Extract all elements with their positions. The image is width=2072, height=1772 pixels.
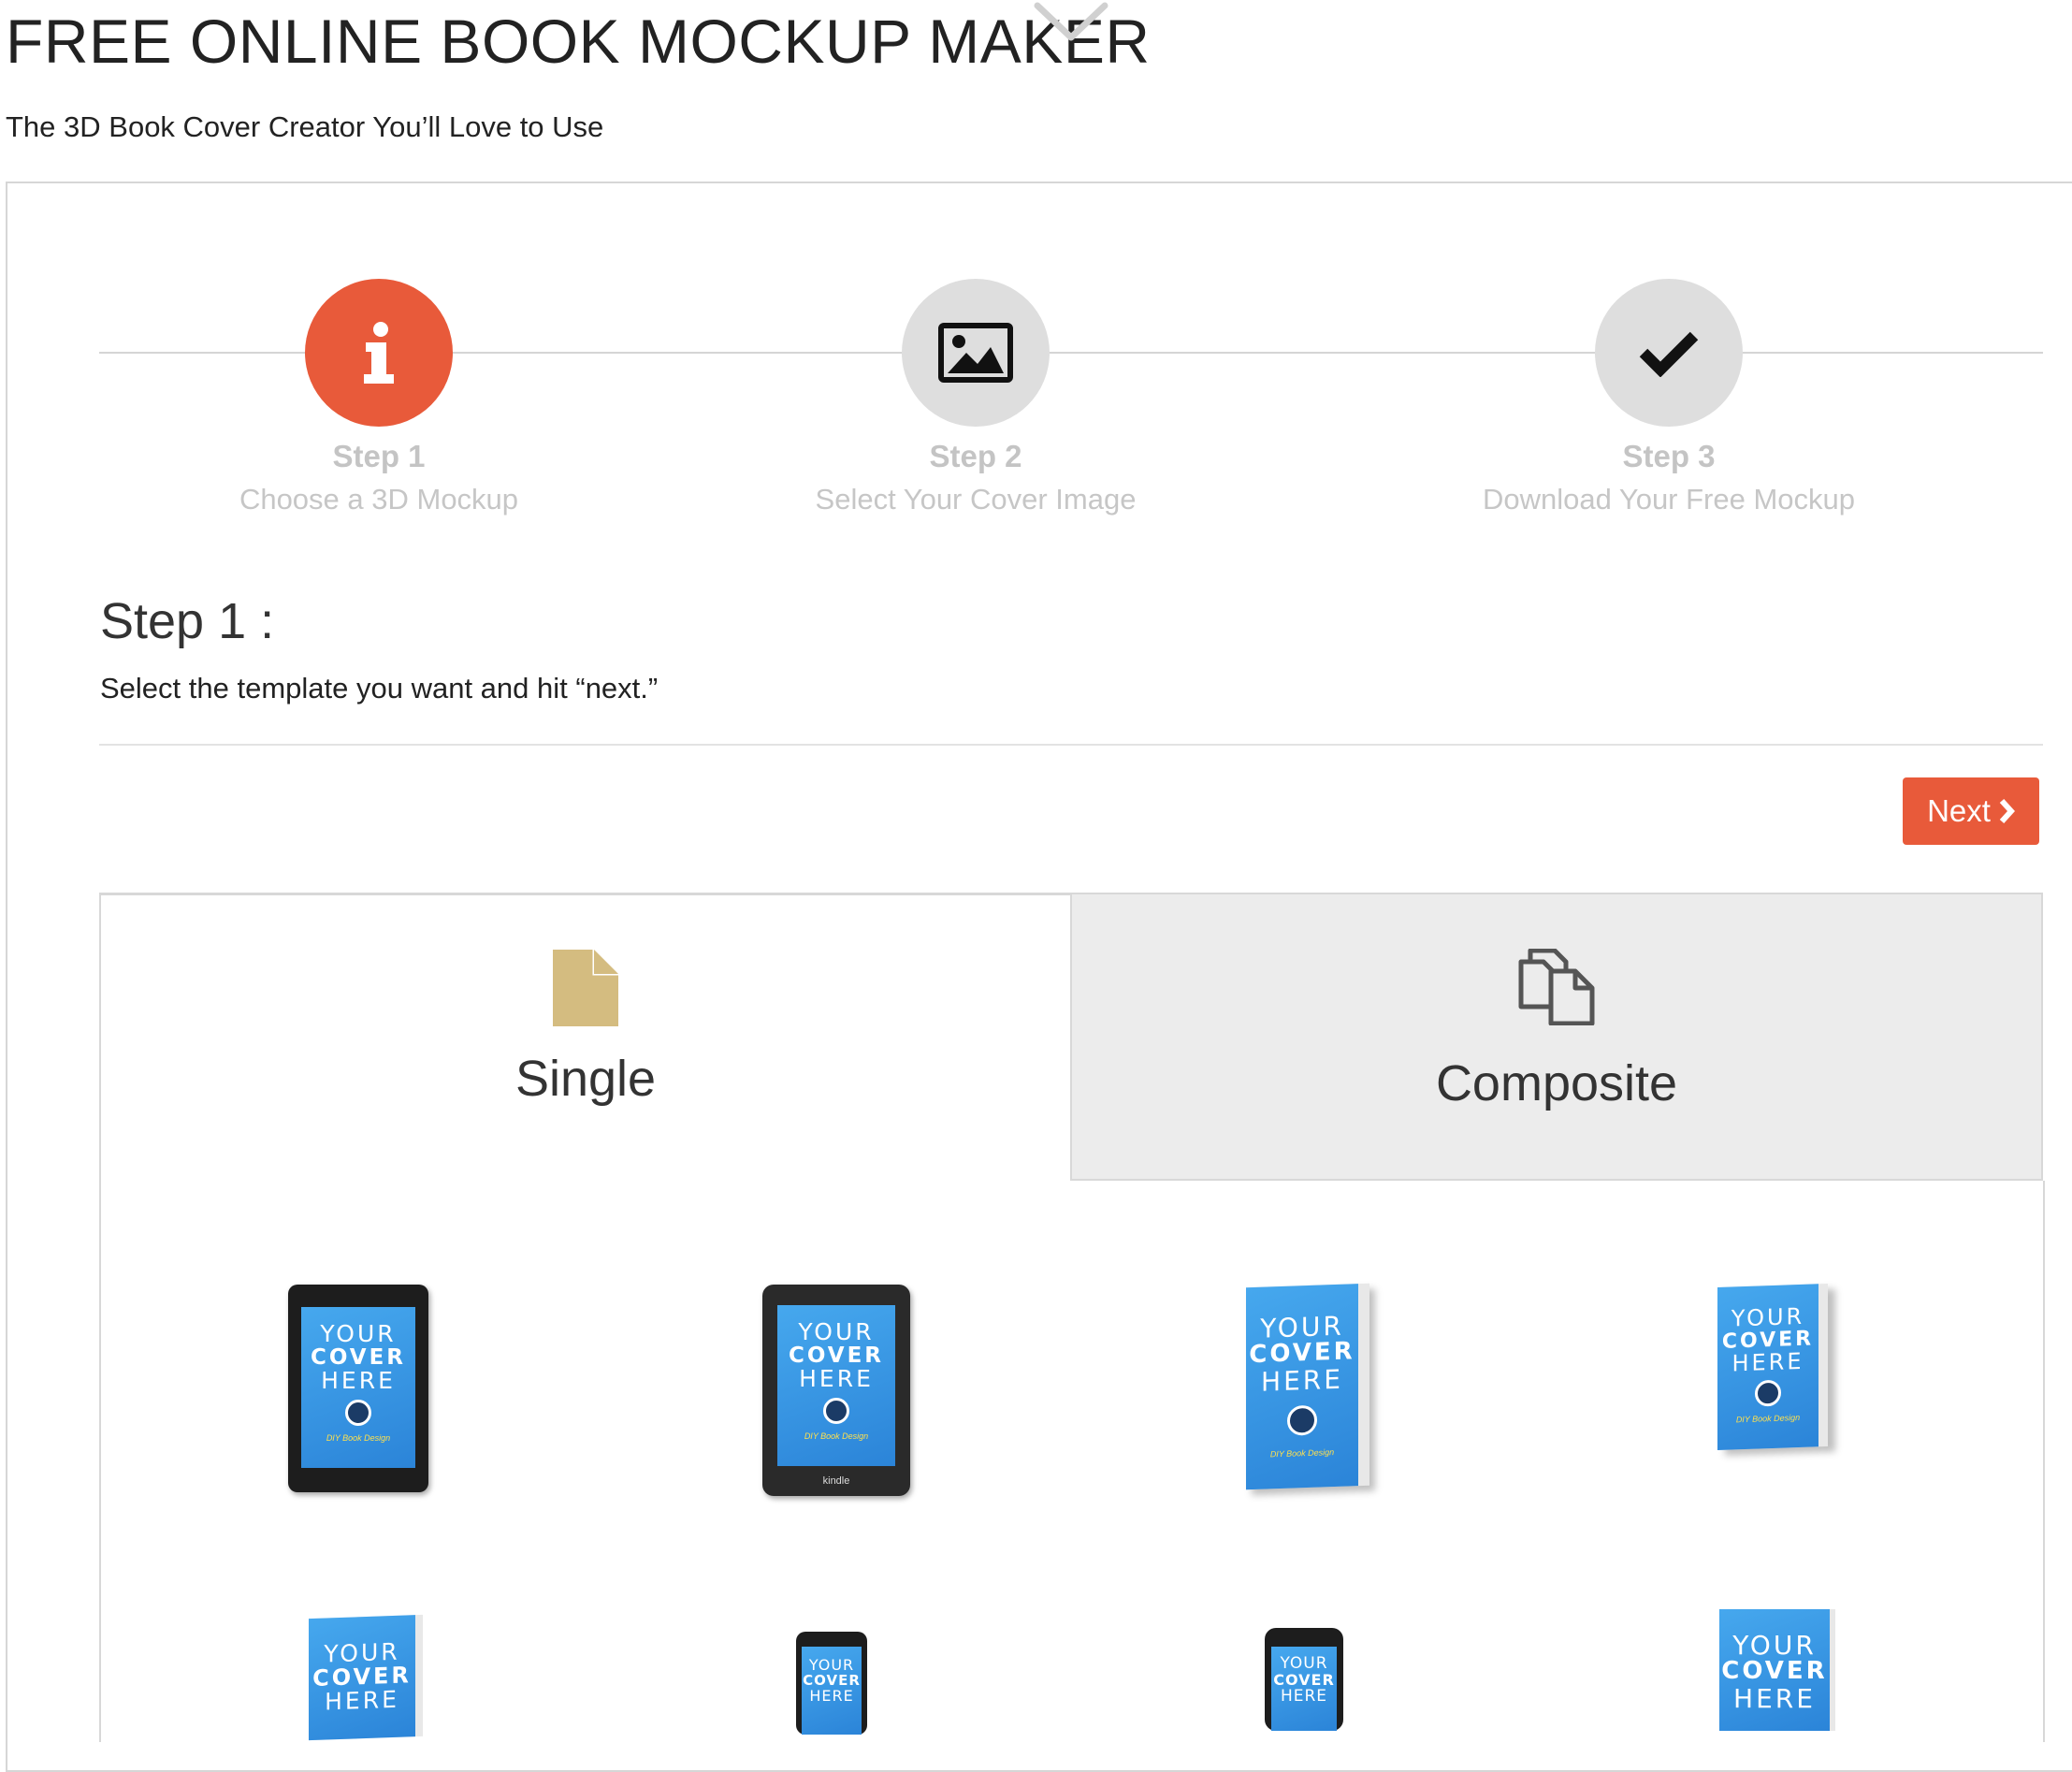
tab-single[interactable]: Single <box>99 893 1070 1181</box>
cover-placeholder: YOUR COVER HERE <box>1271 1647 1337 1731</box>
tab-composite[interactable]: Composite <box>1070 893 2043 1181</box>
checkmark-icon <box>1639 331 1699 377</box>
step-3-circle <box>1595 279 1743 427</box>
step-2-number: Step 2 <box>929 439 1022 473</box>
cover-placeholder: YOUR COVER HERE DIY Book Design <box>1717 1284 1818 1451</box>
cover-placeholder: YOUR COVER HERE DIY Book Design <box>777 1305 895 1466</box>
logo-icon <box>1287 1404 1317 1436</box>
template-hardcover-book[interactable]: YOUR COVER HERE DIY Book Design <box>1246 1283 1369 1490</box>
step-1-circle <box>305 279 453 427</box>
next-button[interactable]: Next <box>1903 777 2039 845</box>
step-3-number: Step 3 <box>1622 439 1716 473</box>
logo-icon <box>1755 1380 1781 1408</box>
step-1-description: Choose a 3D Mockup <box>239 483 519 516</box>
page-title: FREE ONLINE BOOK MOCKUP MAKER <box>6 7 1151 76</box>
step-1[interactable]: Step 1 Choose a 3D Mockup <box>51 279 706 518</box>
composite-files-icon <box>1518 949 1595 1025</box>
section-instruction: Select the template you want and hit “ne… <box>100 672 659 704</box>
step-2-description: Select Your Cover Image <box>815 483 1137 516</box>
chevron-right-icon <box>1999 798 2015 824</box>
step-2-circle <box>902 279 1050 427</box>
cover-placeholder: YOUR COVER HERE <box>309 1615 415 1741</box>
tab-single-label: Single <box>514 1051 657 1107</box>
step-2[interactable]: Step 2 Select Your Cover Image <box>648 279 1303 518</box>
template-kindle[interactable]: YOUR COVER HERE DIY Book Design kindle <box>762 1285 910 1496</box>
page-subtitle: The 3D Book Cover Creator You’ll Love to… <box>6 110 604 143</box>
kindle-label: kindle <box>822 1475 850 1487</box>
logo-icon <box>823 1397 849 1424</box>
step-3[interactable]: Step 3 Download Your Free Mockup <box>1341 279 1996 518</box>
section-heading: Step 1 : <box>100 593 275 649</box>
cover-placeholder: YOUR COVER HERE DIY Book Design <box>1246 1284 1358 1490</box>
chevron-down-icon[interactable] <box>1034 0 1108 47</box>
step-3-description: Download Your Free Mockup <box>1482 483 1856 516</box>
info-icon <box>364 322 394 384</box>
single-file-icon <box>553 950 618 1026</box>
divider <box>99 744 2043 746</box>
cover-placeholder: YOUR COVER HERE DIY Book Design <box>301 1307 415 1468</box>
cover-placeholder: YOUR COVER HERE <box>1719 1609 1830 1731</box>
next-button-label: Next <box>1927 793 1991 828</box>
image-icon <box>938 323 1013 383</box>
template-phone[interactable]: YOUR COVER HERE <box>796 1632 867 1735</box>
template-smartphone[interactable]: YOUR COVER HERE <box>1265 1628 1343 1731</box>
template-type-tabs: Single Composite <box>99 893 2045 1183</box>
tab-composite-label: Composite <box>1435 1055 1678 1111</box>
logo-icon <box>345 1399 371 1426</box>
step-1-number: Step 1 <box>332 439 426 473</box>
template-book-front[interactable]: YOUR COVER HERE <box>1719 1609 1835 1731</box>
template-tablet[interactable]: YOUR COVER HERE DIY Book Design <box>288 1285 428 1492</box>
template-paperback-book[interactable]: YOUR COVER HERE DIY Book Design <box>1717 1283 1828 1451</box>
